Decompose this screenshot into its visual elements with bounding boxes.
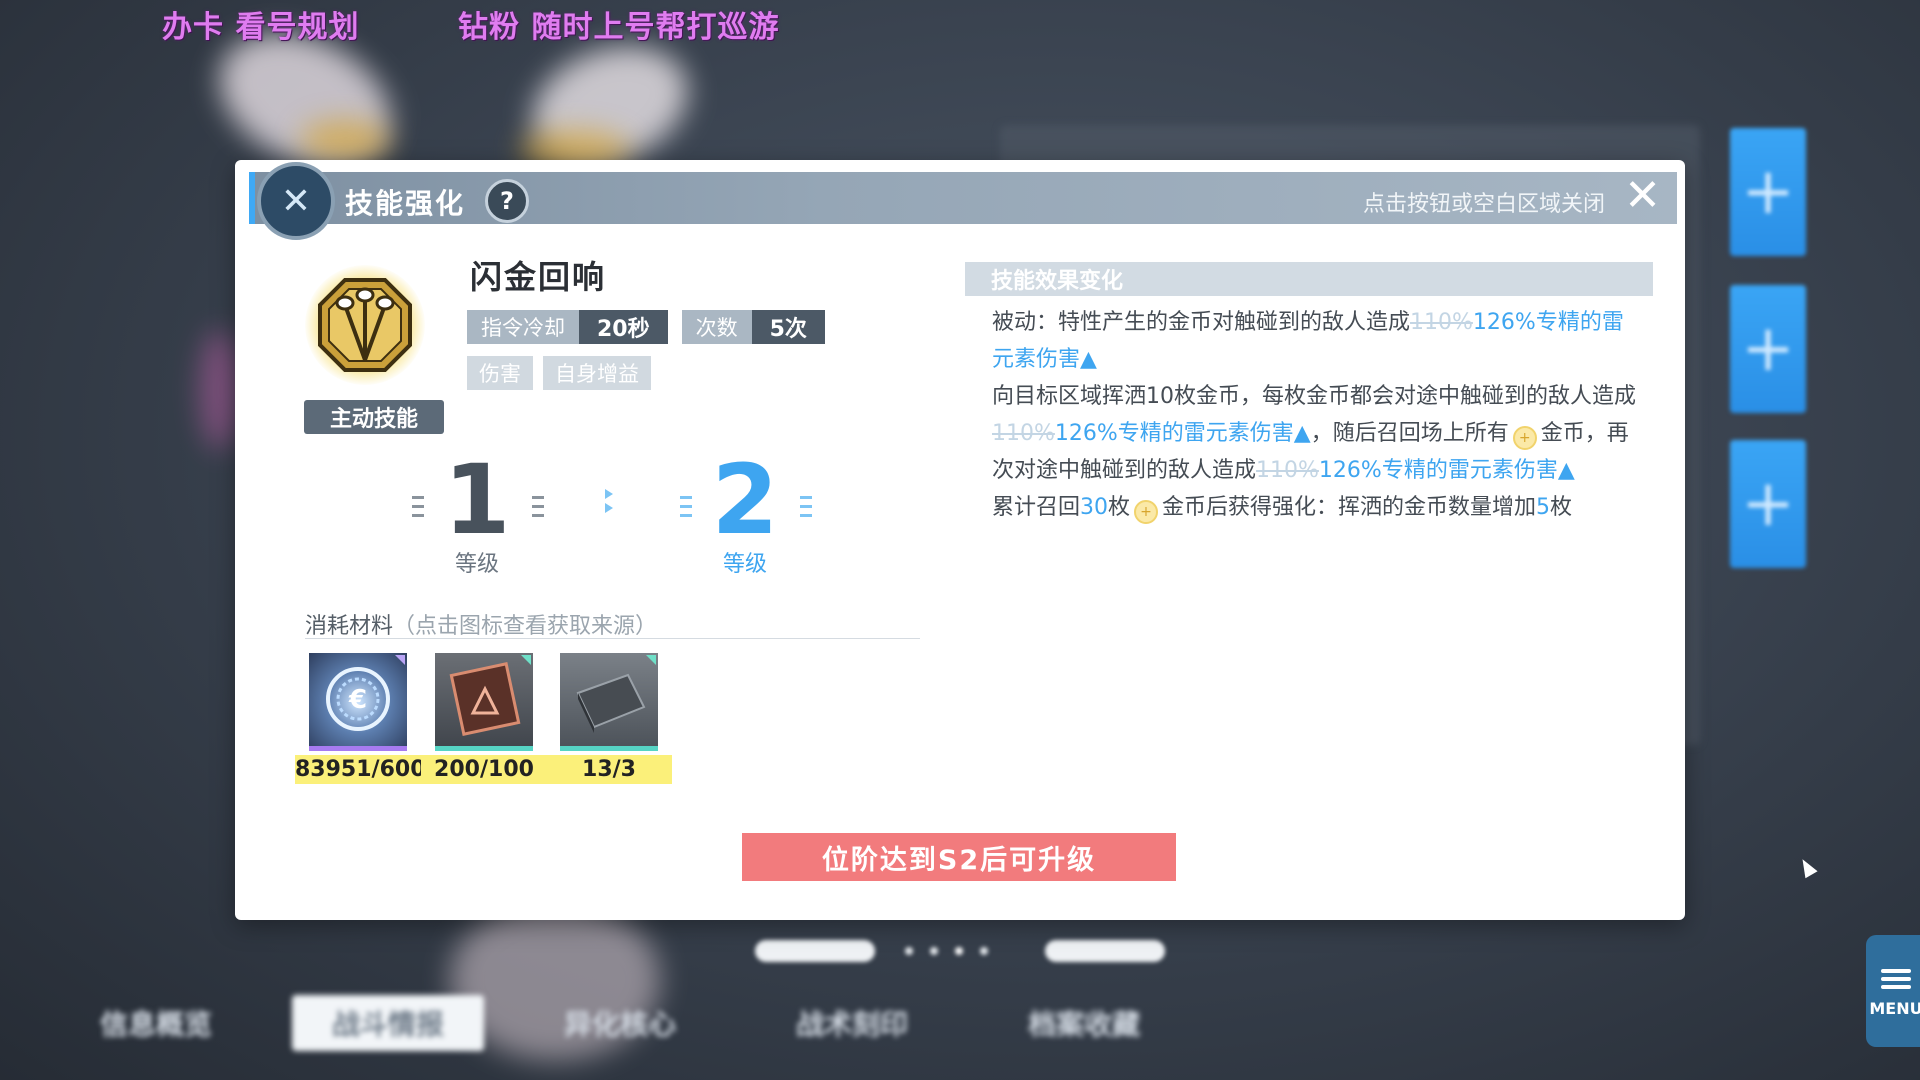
- skill-name: 闪金回响: [470, 258, 607, 296]
- effect-text: 被动：特性产生的金币对触碰到的敌人造成: [992, 310, 1411, 335]
- effect-text: 枚: [1550, 495, 1573, 520]
- menu-icon: [1881, 965, 1911, 993]
- plus-icon: +: [1730, 440, 1806, 568]
- materials-title: 消耗材料（点击图标查看获取来源）: [305, 608, 657, 640]
- menu-label: MENU: [1869, 998, 1920, 1018]
- highlight-number: 30: [1080, 495, 1109, 520]
- materials-label: 消耗材料: [305, 614, 394, 639]
- coin-icon: +: [1134, 500, 1159, 524]
- uses-label: 次数: [681, 310, 752, 344]
- tab-imprint[interactable]: 战术刻印: [756, 995, 948, 1051]
- stream-overlay-text: 办卡 看号规划: [162, 10, 360, 45]
- effect-paragraph: 被动：特性产生的金币对触碰到的敌人造成110%126%专精的雷元素伤害▲: [992, 304, 1642, 378]
- effects-description: 被动：特性产生的金币对触碰到的敌人造成110%126%专精的雷元素伤害▲ 向目标…: [992, 304, 1642, 526]
- level-arrow-icon: [605, 485, 615, 517]
- effects-heading: 技能效果变化: [965, 262, 1653, 296]
- bottom-tab-bar: 信息概览 战斗情报 异化核心 战术刻印 档案收藏: [60, 990, 1840, 1056]
- skill-tag: 伤害: [467, 356, 533, 390]
- page-indicator: [755, 940, 1175, 962]
- cooldown-tag: 指令冷却 20秒: [467, 310, 668, 344]
- background-decoration: [300, 120, 390, 160]
- dialog-title: 技能强化: [345, 187, 466, 220]
- material-quantity: 200/100: [421, 755, 547, 784]
- effect-text: 累计召回: [992, 495, 1081, 520]
- tab-combat[interactable]: 战斗情报: [292, 995, 485, 1051]
- current-level: 1 等级: [417, 450, 537, 578]
- uses-value: 5次: [751, 310, 825, 344]
- cooldown-value: 20秒: [579, 310, 668, 344]
- current-level-label: 等级: [454, 552, 499, 577]
- next-level-number: 2: [711, 444, 779, 556]
- material-quantity: 13/3: [546, 755, 672, 784]
- old-value: 110%: [1256, 458, 1319, 483]
- mouse-cursor-icon: [1796, 855, 1818, 879]
- divider: [305, 638, 920, 639]
- effect-text: 金币后获得强化：挥洒的金币数量增加: [1162, 495, 1537, 520]
- coin-icon: +: [1512, 426, 1537, 450]
- skill-stats: 指令冷却 20秒 次数 5次: [467, 310, 825, 344]
- delta-tile-icon[interactable]: [435, 653, 533, 751]
- upgrade-button[interactable]: 位阶达到S2后可升级: [742, 833, 1176, 881]
- steel-plate-icon[interactable]: [560, 653, 658, 751]
- skill-coin-icon[interactable]: [305, 265, 425, 385]
- effect-text: 向目标区域挥洒10枚金币，每枚金币都会对途中触碰到的敌人造成: [992, 384, 1636, 409]
- highlight-number: 5: [1536, 495, 1551, 520]
- skill-upgrade-dialog: ✕ 技能强化 ? 点击按钮或空白区域关闭 ✕ 闪金回响 指令冷却 20秒 次数 …: [235, 160, 1685, 920]
- material-item[interactable]: 13/3: [546, 653, 672, 784]
- level-dash-decoration: [532, 490, 544, 523]
- skill-upgrade-icon: ✕: [257, 162, 335, 240]
- menu-button[interactable]: MENU: [1866, 935, 1920, 1047]
- tab-archive[interactable]: 档案收藏: [988, 995, 1180, 1051]
- stream-overlay-text: 钻粉 随时上号帮打巡游: [458, 10, 780, 45]
- current-level-number: 1: [443, 444, 511, 556]
- next-level-label: 等级: [722, 552, 767, 577]
- next-level: 2 等级: [685, 450, 805, 578]
- effect-text: 枚: [1108, 495, 1131, 520]
- effect-paragraph: 向目标区域挥洒10枚金币，每枚金币都会对途中触碰到的敌人造成110%126%专精…: [992, 378, 1642, 489]
- close-icon[interactable]: ✕: [1624, 174, 1661, 218]
- old-value: 110%: [992, 421, 1055, 446]
- effect-text: ，随后召回场上所有: [1310, 421, 1509, 446]
- materials-hint: （点击图标查看获取来源）: [393, 614, 658, 639]
- uses-tag: 次数 5次: [681, 310, 825, 344]
- crystal-emblem-icon[interactable]: €: [309, 653, 407, 751]
- background-decoration: [200, 330, 240, 450]
- plus-icon: +: [1730, 285, 1806, 413]
- skill-tag: 自身增益: [543, 356, 651, 390]
- skill-type-badge: 主动技能: [304, 400, 444, 434]
- svg-text:€: €: [348, 685, 367, 715]
- new-value: 126%专精的雷元素伤害▲: [1318, 458, 1575, 483]
- tab-info[interactable]: 信息概览: [60, 995, 252, 1051]
- material-quantity: 83951/600: [295, 755, 426, 784]
- skill-tags: 伤害 自身增益: [467, 356, 651, 390]
- old-value: 110%: [1410, 310, 1473, 335]
- game-screen[interactable]: + + + 办卡 看号规划 钻粉 随时上号帮打巡游 信息概览 战斗情报 异化核心…: [0, 0, 1920, 1080]
- tab-core[interactable]: 异化核心: [524, 995, 716, 1051]
- effect-paragraph: 累计召回30枚 + 金币后获得强化：挥洒的金币数量增加5枚: [992, 489, 1642, 526]
- level-dash-decoration: [800, 490, 812, 523]
- cooldown-label: 指令冷却: [467, 310, 579, 344]
- new-value: 126%专精的雷元素伤害▲: [1054, 421, 1311, 446]
- plus-icon: +: [1730, 128, 1806, 256]
- question-icon[interactable]: ?: [485, 179, 529, 223]
- material-item[interactable]: € 83951/600: [295, 653, 426, 784]
- close-hint: 点击按钮或空白区域关闭: [1362, 192, 1605, 217]
- material-item[interactable]: 200/100: [421, 653, 547, 784]
